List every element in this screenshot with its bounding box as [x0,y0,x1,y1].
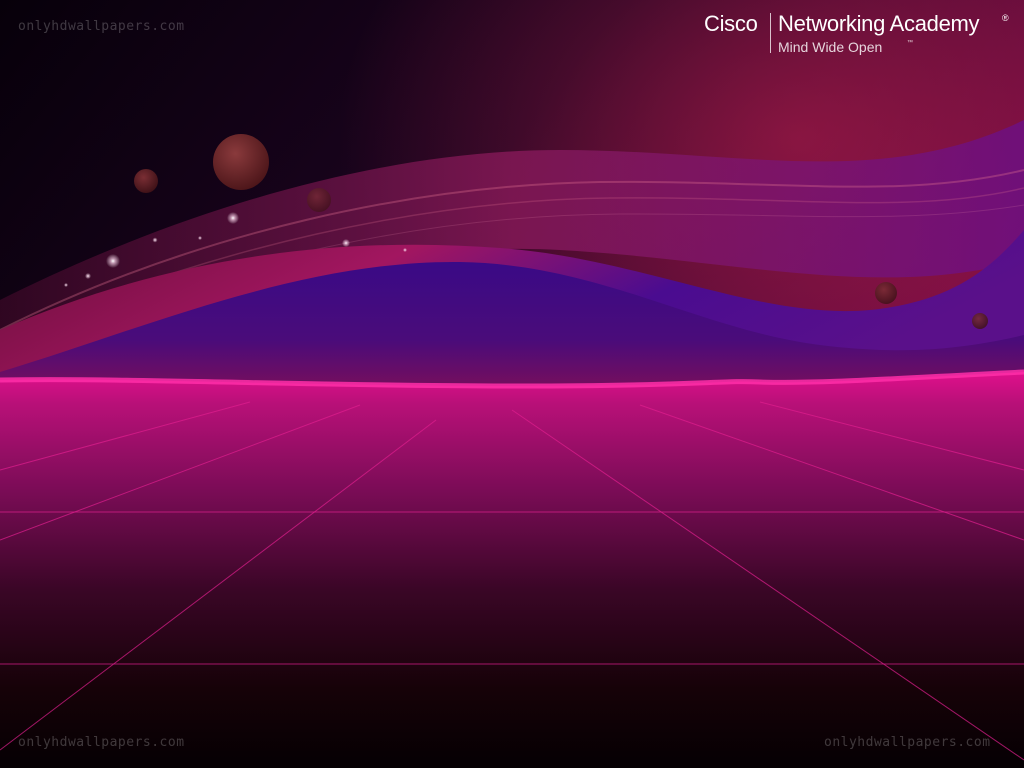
wallpaper-background: onlyhdwallpapers.com onlyhdwallpapers.co… [0,0,1024,768]
watermark-bottom-right: onlyhdwallpapers.com [824,735,991,750]
space-landscape-scene [0,0,1024,768]
watermark-bottom-left: onlyhdwallpapers.com [18,735,185,750]
logo-title-text: Networking Academy [778,11,980,36]
registered-mark: ® [1002,13,1009,23]
logo-divider [770,13,771,53]
cisco-networking-academy-logo: Cisco Networking Academy ® Mind Wide Ope… [704,10,1016,56]
watermark-top-left: onlyhdwallpapers.com [18,19,185,34]
logo-brand-text: Cisco [704,11,758,36]
logo-tagline: Mind Wide Open [778,39,883,55]
trademark-mark: ™ [907,40,913,46]
